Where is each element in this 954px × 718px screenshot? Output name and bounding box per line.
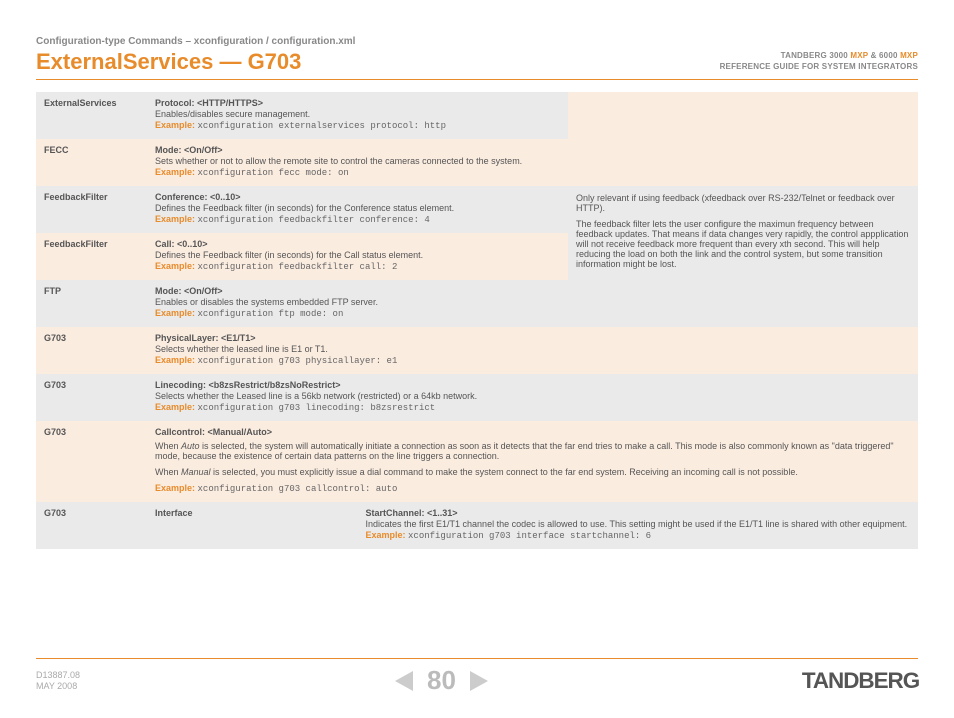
side-note-p1: Only relevant if using feedback (xfeedba…	[576, 193, 910, 213]
cmd-param: Conference: <0..10>	[155, 192, 560, 202]
example-label: Example:	[366, 530, 409, 540]
next-page-icon[interactable]	[470, 671, 488, 691]
table-row: FTP Mode: <On/Off> Enables or disables t…	[36, 280, 918, 327]
cmd-desc-manual: When Manual is selected, you must explic…	[155, 467, 910, 477]
cmd-label: G703	[36, 374, 147, 421]
example-label: Example:	[155, 402, 198, 412]
cmd-desc: Enables/disables secure management.	[155, 109, 560, 119]
cmd-body: Mode: <On/Off> Sets whether or not to al…	[147, 139, 918, 186]
example-label: Example:	[155, 483, 198, 493]
doc-number: D13887.08	[36, 670, 80, 681]
table-row: FeedbackFilter Conference: <0..10> Defin…	[36, 186, 918, 233]
cmd-body: Call: <0..10> Defines the Feedback filte…	[147, 233, 568, 280]
footer-pager: 80	[395, 665, 488, 696]
page-footer: D13887.08 MAY 2008 80 TANDBERG	[36, 658, 918, 696]
cmd-label: G703	[36, 502, 147, 549]
footer-docinfo: D13887.08 MAY 2008	[36, 670, 80, 692]
example-label: Example:	[155, 120, 198, 130]
cmd-desc: Sets whether or not to allow the remote …	[155, 156, 910, 166]
cmd-param: PhysicalLayer: <E1/T1>	[155, 333, 910, 343]
example-code: xconfiguration fecc mode: on	[198, 168, 349, 178]
cmd-desc: Selects whether the leased line is E1 or…	[155, 344, 910, 354]
cmd-label: FeedbackFilter	[36, 233, 147, 280]
table-row: G703 Callcontrol: <Manual/Auto> When Aut…	[36, 421, 918, 502]
example-label: Example:	[155, 214, 198, 224]
breadcrumb: Configuration-type Commands – xconfigura…	[36, 36, 918, 47]
brand-logo: TANDBERG	[802, 668, 919, 694]
cmd-sublabel: Interface	[147, 502, 358, 549]
side-note-p2: The feedback filter lets the user config…	[576, 219, 910, 269]
table-row: G703 PhysicalLayer: <E1/T1> Selects whet…	[36, 327, 918, 374]
guide-subtitle: REFERENCE GUIDE FOR SYSTEM INTEGRATORS	[720, 62, 918, 73]
cmd-param: Call: <0..10>	[155, 239, 560, 249]
table-row: G703 Interface StartChannel: <1..31> Ind…	[36, 502, 918, 549]
example-code: xconfiguration ftp mode: on	[198, 309, 344, 319]
cmd-body: StartChannel: <1..31> Indicates the firs…	[358, 502, 919, 549]
example-code: xconfiguration g703 callcontrol: auto	[198, 484, 398, 494]
cmd-label: FeedbackFilter	[36, 186, 147, 233]
cmd-label: G703	[36, 421, 147, 502]
product-model-1: TANDBERG 3000	[781, 51, 848, 60]
cmd-body: Mode: <On/Off> Enables or disables the s…	[147, 280, 918, 327]
example-code: xconfiguration g703 physicallayer: e1	[198, 356, 398, 366]
document-page: Configuration-type Commands – xconfigura…	[0, 0, 954, 718]
cmd-desc: Defines the Feedback filter (in seconds)…	[155, 203, 560, 213]
cmd-desc: Indicates the first E1/T1 channel the co…	[366, 519, 911, 529]
page-header: Configuration-type Commands – xconfigura…	[36, 36, 918, 80]
cmd-desc-auto: When Auto is selected, the system will a…	[155, 441, 910, 461]
page-number: 80	[427, 665, 456, 696]
commands-table: ExternalServices Protocol: <HTTP/HTTPS> …	[36, 92, 918, 549]
cmd-param: Linecoding: <b8zsRestrict/b8zsNoRestrict…	[155, 380, 910, 390]
cmd-body: Protocol: <HTTP/HTTPS> Enables/disables …	[147, 92, 568, 139]
example-code: xconfiguration externalservices protocol…	[198, 121, 446, 131]
mxp-tag-1: MXP	[850, 51, 868, 60]
example-label: Example:	[155, 308, 198, 318]
example-label: Example:	[155, 167, 198, 177]
header-right: TANDBERG 3000 MXP & 6000 MXP REFERENCE G…	[720, 51, 918, 73]
table-row: FECC Mode: <On/Off> Sets whether or not …	[36, 139, 918, 186]
cmd-body: PhysicalLayer: <E1/T1> Selects whether t…	[147, 327, 918, 374]
cmd-label: FECC	[36, 139, 147, 186]
cmd-body: Conference: <0..10> Defines the Feedback…	[147, 186, 568, 233]
side-cell-empty	[568, 92, 918, 139]
cmd-desc: Enables or disables the systems embedded…	[155, 297, 910, 307]
cmd-param: Callcontrol: <Manual/Auto>	[155, 427, 910, 437]
prev-page-icon[interactable]	[395, 671, 413, 691]
example-label: Example:	[155, 261, 198, 271]
cmd-param: Protocol: <HTTP/HTTPS>	[155, 98, 560, 108]
cmd-label: ExternalServices	[36, 92, 147, 139]
table-row: ExternalServices Protocol: <HTTP/HTTPS> …	[36, 92, 918, 139]
cmd-body: Linecoding: <b8zsRestrict/b8zsNoRestrict…	[147, 374, 918, 421]
example-code: xconfiguration g703 linecoding: b8zsrest…	[198, 403, 436, 413]
cmd-label: FTP	[36, 280, 147, 327]
table-row: G703 Linecoding: <b8zsRestrict/b8zsNoRes…	[36, 374, 918, 421]
product-model-sep: & 6000	[871, 51, 898, 60]
example-label: Example:	[155, 355, 198, 365]
mxp-tag-2: MXP	[900, 51, 918, 60]
cmd-param: Mode: <On/Off>	[155, 286, 910, 296]
side-note: Only relevant if using feedback (xfeedba…	[568, 186, 918, 280]
cmd-label: G703	[36, 327, 147, 374]
cmd-param: StartChannel: <1..31>	[366, 508, 911, 518]
example-code: xconfiguration feedbackfilter call: 2	[198, 262, 398, 272]
example-code: xconfiguration g703 interface startchann…	[408, 531, 651, 541]
cmd-body: Callcontrol: <Manual/Auto> When Auto is …	[147, 421, 918, 502]
footer-divider	[36, 658, 918, 659]
cmd-desc: Defines the Feedback filter (in seconds)…	[155, 250, 560, 260]
doc-date: MAY 2008	[36, 681, 80, 692]
cmd-param: Mode: <On/Off>	[155, 145, 910, 155]
cmd-desc: Selects whether the Leased line is a 56k…	[155, 391, 910, 401]
example-code: xconfiguration feedbackfilter conference…	[198, 215, 430, 225]
